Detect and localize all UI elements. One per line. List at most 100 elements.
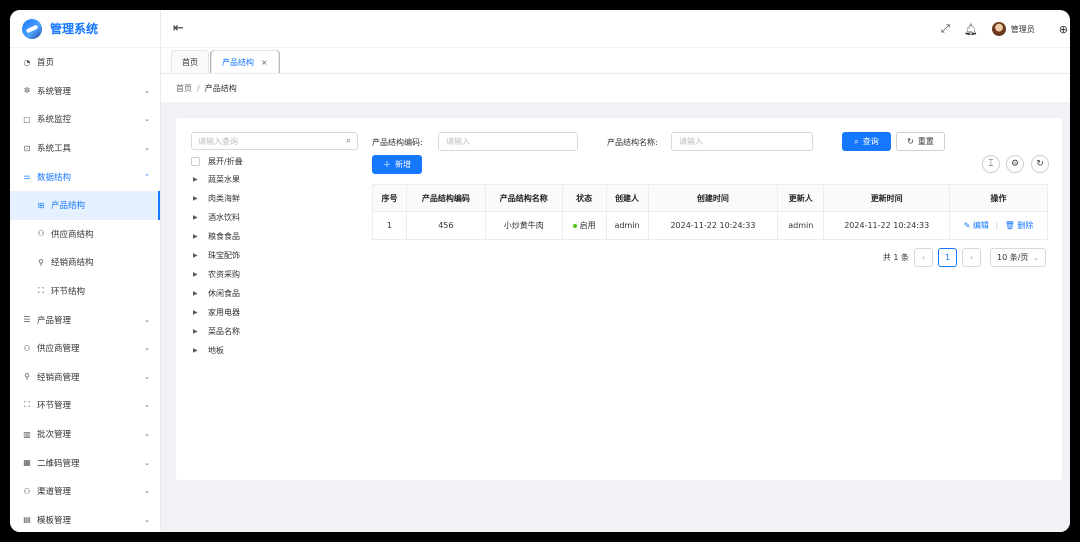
sidebar-item-tools[interactable]: ⊡ 系统工具 ⌄ xyxy=(10,134,160,163)
refresh-icon[interactable]: ↻ xyxy=(1031,155,1049,173)
tree-node[interactable]: ▶ 菜品名称 xyxy=(193,322,240,341)
chevron-down-icon: ⌄ xyxy=(144,344,150,353)
menu-fold-icon[interactable]: ⇤ xyxy=(173,21,184,36)
cell-actions: ✎ 编辑 | 🗑︎ 删除 xyxy=(949,211,1048,240)
page-size-value: 10 条/页 xyxy=(997,253,1029,262)
breadcrumb-home[interactable]: 首页 xyxy=(176,83,192,94)
tab-home[interactable]: 首页 xyxy=(171,50,209,73)
sidebar-item-supplier[interactable]: ⚇ 供应商管理 ⌄ xyxy=(10,334,160,363)
page-size-select[interactable]: 10 条/页 ⌄ xyxy=(990,248,1046,267)
tree-search: ⌕ xyxy=(191,132,358,150)
caret-right-icon[interactable]: ▶ xyxy=(193,271,203,278)
setting-icon[interactable]: ⚙ xyxy=(1006,155,1024,173)
prev-page-button[interactable]: ‹ xyxy=(914,248,933,267)
template-icon: ▤ xyxy=(23,515,31,525)
dashboard-icon: ◔ xyxy=(23,57,31,67)
tab-product-structure[interactable]: 产品结构 × xyxy=(211,50,279,73)
sidebar-item-supplier-structure[interactable]: ⚇ 供应商结构 xyxy=(10,220,160,249)
caret-right-icon[interactable]: ▶ xyxy=(193,309,203,316)
cell-code: 456 xyxy=(405,211,486,240)
sidebar-item-template[interactable]: ▤ 模板管理 ⌄ xyxy=(10,506,160,533)
user-name[interactable]: 管理员 xyxy=(1011,24,1035,35)
caret-right-icon[interactable]: ▶ xyxy=(193,214,203,221)
avatar[interactable] xyxy=(991,22,1006,36)
tree-node[interactable]: ▶ 地板 xyxy=(193,341,240,360)
expand-checkbox[interactable] xyxy=(191,157,200,166)
globe-icon[interactable]: ⊕ xyxy=(1059,23,1068,36)
sidebar-item-channel[interactable]: ⚇ 渠道管理 ⌄ xyxy=(10,477,160,506)
chevron-down-icon: ⌄ xyxy=(144,315,150,324)
tree-node[interactable]: ▶ 珠宝配饰 xyxy=(193,246,240,265)
gear-icon: ✲ xyxy=(23,86,31,96)
tree-node-label: 休闲食品 xyxy=(208,289,240,298)
sidebar-item-product[interactable]: ☰ 产品管理 ⌄ xyxy=(10,305,160,334)
tree-node[interactable]: ▶ 酒水饮料 xyxy=(193,208,240,227)
tree-node[interactable]: ▶ 粮食食品 xyxy=(193,227,240,246)
name-filter-input[interactable] xyxy=(671,132,813,151)
caret-right-icon[interactable]: ▶ xyxy=(193,233,203,240)
edit-button[interactable]: ✎ 编辑 xyxy=(964,221,989,230)
sidebar-item-label: 供应商结构 xyxy=(51,229,94,240)
tree-node[interactable]: ▶ 家用电器 xyxy=(193,303,240,322)
tree-node[interactable]: ▶ 休闲食品 xyxy=(193,284,240,303)
sidebar-item-label: 产品管理 xyxy=(37,315,72,326)
caret-right-icon[interactable]: ▶ xyxy=(193,252,203,259)
sidebar-item-qrcode[interactable]: ▦ 二维码管理 ⌄ xyxy=(10,448,160,477)
sidebar-item-dealer-structure[interactable]: ⚲ 经销商结构 xyxy=(10,248,160,277)
tree-node[interactable]: ▶ 肉类海鲜 xyxy=(193,189,240,208)
page-number[interactable]: 1 xyxy=(938,248,957,267)
chevron-down-icon: ⌄ xyxy=(144,144,150,153)
sidebar-item-label: 产品结构 xyxy=(51,201,86,212)
table-row: 1 456 小炒黄牛肉 启用 admin 2024-11-22 10:24:33… xyxy=(372,211,1048,240)
tree-node[interactable]: ▶ 蔬菜水果 xyxy=(193,170,240,189)
code-filter-input[interactable] xyxy=(438,132,578,151)
structure-icon: ⚌ xyxy=(23,172,31,182)
sidebar-item-monitor[interactable]: ▢ 系统监控 ⌄ xyxy=(10,105,160,134)
fullscreen-icon[interactable]: ⤢ xyxy=(941,22,950,36)
chevron-down-icon: ⌄ xyxy=(144,372,150,381)
plus-icon: ＋ xyxy=(383,160,391,169)
sidebar-item-label: 模板管理 xyxy=(37,515,72,526)
tree-node-label: 酒水饮料 xyxy=(208,213,240,222)
caret-right-icon[interactable]: ▶ xyxy=(193,328,203,335)
sidebar-item-home[interactable]: ◔ 首页 xyxy=(10,48,160,77)
delete-button[interactable]: 🗑︎ 删除 xyxy=(1005,221,1034,230)
sidebar-item-label: 系统管理 xyxy=(37,86,72,97)
caret-right-icon[interactable]: ▶ xyxy=(193,347,203,354)
search-button[interactable]: ⌕ 查询 xyxy=(842,132,891,151)
column-header: 操作 xyxy=(949,184,1048,212)
supplier-structure-icon: ⚇ xyxy=(37,229,45,239)
cell-creator: admin xyxy=(605,211,649,240)
tree-node-label: 粮食食品 xyxy=(208,232,240,241)
sidebar-item-link[interactable]: ⛶ 环节管理 ⌄ xyxy=(10,391,160,420)
tree-node-label: 蔬菜水果 xyxy=(208,175,240,184)
table-header-row: 序号 产品结构编码 产品结构名称 状态 创建人 创建时间 更新人 更新时间 操作 xyxy=(372,184,1048,212)
column-header: 产品结构名称 xyxy=(484,184,563,212)
expand-label: 展开/折叠 xyxy=(208,157,243,166)
tree-node[interactable]: ▶ 农资采购 xyxy=(193,265,240,284)
logo-icon xyxy=(22,18,42,39)
reset-button[interactable]: ↻ 重置 xyxy=(896,132,945,151)
caret-right-icon[interactable]: ▶ xyxy=(193,290,203,297)
breadcrumb: 首页 / 产品结构 xyxy=(161,74,1070,102)
bell-icon[interactable]: 🔔︎ xyxy=(964,23,978,36)
reset-button-label: 重置 xyxy=(917,137,934,146)
tree-search-input[interactable] xyxy=(198,136,346,146)
close-icon[interactable]: × xyxy=(261,58,268,67)
sidebar-item-dealer[interactable]: ⚲ 经销商管理 ⌄ xyxy=(10,363,160,392)
search-icon[interactable]: ⌕ xyxy=(346,136,351,146)
sidebar-item-data-structure[interactable]: ⚌ 数据结构 ⌃ xyxy=(10,162,160,191)
caret-right-icon[interactable]: ▶ xyxy=(193,195,203,202)
caret-right-icon[interactable]: ▶ xyxy=(193,176,203,183)
sidebar-item-link-structure[interactable]: ⛶ 环节结构 xyxy=(10,277,160,306)
sidebar-item-product-structure[interactable]: ⊞ 产品结构 xyxy=(10,190,160,220)
expand-collapse-toggle[interactable]: 展开/折叠 xyxy=(191,156,243,167)
sidebar-item-batch[interactable]: ▥ 批次管理 ⌄ xyxy=(10,420,160,449)
next-page-button[interactable]: › xyxy=(962,248,981,267)
column-height-icon[interactable]: ⌶ xyxy=(982,155,1000,173)
sidebar-item-system[interactable]: ✲ 系统管理 ⌄ xyxy=(10,77,160,106)
product-structure-icon: ⊞ xyxy=(37,200,45,210)
logo[interactable]: 管理系统 xyxy=(10,10,160,48)
tree-node-label: 菜品名称 xyxy=(208,327,240,336)
add-button[interactable]: ＋ 新增 xyxy=(372,155,422,174)
